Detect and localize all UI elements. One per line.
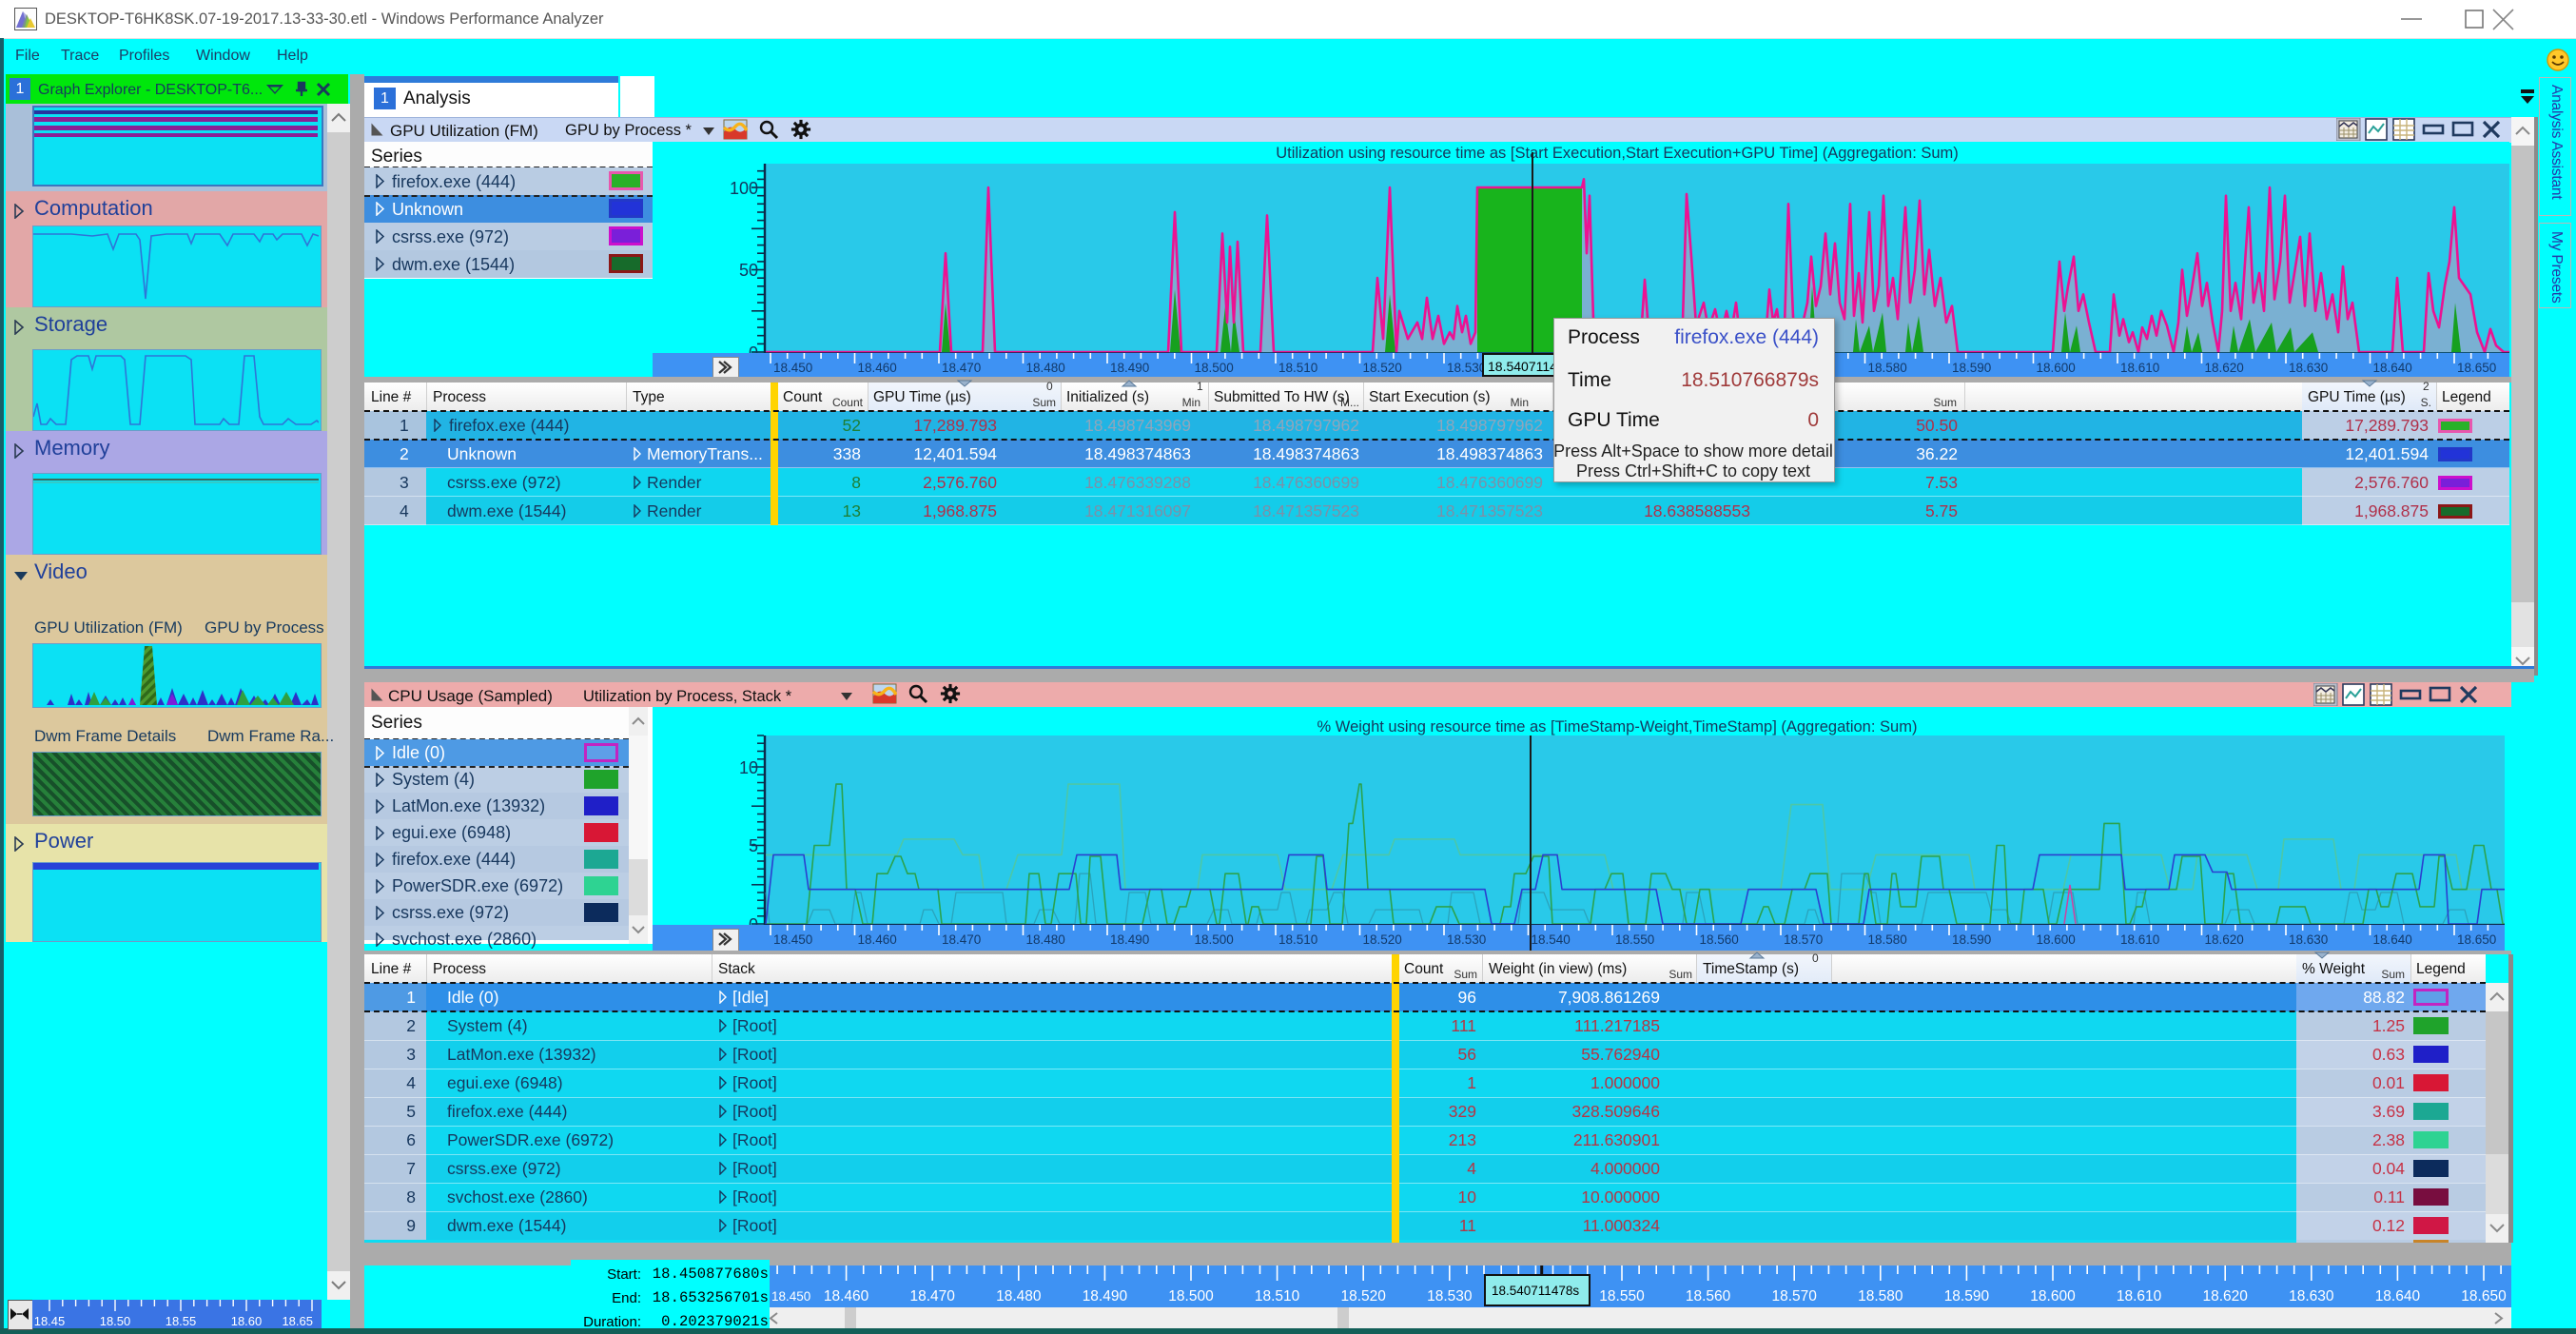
svg-text:18.570: 18.570 <box>1784 932 1823 947</box>
svg-text:18.650: 18.650 <box>2461 1288 2507 1305</box>
svg-text:100: 100 <box>730 179 758 198</box>
svg-text:18.490: 18.490 <box>1110 932 1149 947</box>
svg-text:18.600: 18.600 <box>2030 1288 2076 1305</box>
svg-text:18.460: 18.460 <box>824 1288 869 1305</box>
svg-text:18.55: 18.55 <box>166 1314 197 1328</box>
svg-text:18.490: 18.490 <box>1110 361 1149 375</box>
svg-text:18.580: 18.580 <box>1858 1288 1903 1305</box>
svg-text:18.530: 18.530 <box>1447 361 1486 375</box>
svg-text:18.600: 18.600 <box>2037 932 2076 947</box>
svg-text:18.550: 18.550 <box>1615 932 1654 947</box>
svg-text:18.530: 18.530 <box>1447 932 1486 947</box>
svg-text:18.450: 18.450 <box>771 1289 810 1304</box>
svg-text:18.60: 18.60 <box>231 1314 263 1328</box>
svg-text:18.550: 18.550 <box>1599 1288 1645 1305</box>
svg-text:18.610: 18.610 <box>2117 1288 2162 1305</box>
svg-text:18.520: 18.520 <box>1363 361 1402 375</box>
svg-text:18.500: 18.500 <box>1195 361 1234 375</box>
svg-text:18.560: 18.560 <box>1686 1288 1731 1305</box>
svg-text:18.520: 18.520 <box>1340 1288 1386 1305</box>
svg-text:18.490: 18.490 <box>1083 1288 1128 1305</box>
svg-text:18.65: 18.65 <box>282 1314 313 1328</box>
svg-text:18.580: 18.580 <box>1868 932 1907 947</box>
svg-text:18.480: 18.480 <box>1026 361 1065 375</box>
svg-text:18.480: 18.480 <box>996 1288 1042 1305</box>
svg-text:18.590: 18.590 <box>1944 1288 1990 1305</box>
svg-text:18.570: 18.570 <box>1771 1288 1817 1305</box>
svg-text:18.580: 18.580 <box>1868 361 1907 375</box>
svg-text:18.45: 18.45 <box>34 1314 66 1328</box>
svg-text:18.620: 18.620 <box>2205 361 2244 375</box>
svg-text:18.470: 18.470 <box>909 1288 955 1305</box>
svg-text:18.560: 18.560 <box>1700 932 1739 947</box>
svg-text:18.520: 18.520 <box>1363 932 1402 947</box>
svg-text:18.500: 18.500 <box>1168 1288 1214 1305</box>
svg-text:18.540: 18.540 <box>1532 932 1571 947</box>
svg-text:18.590: 18.590 <box>1952 361 1991 375</box>
svg-text:18.630: 18.630 <box>2289 932 2328 947</box>
svg-text:10: 10 <box>739 758 758 777</box>
svg-text:18.630: 18.630 <box>2289 361 2328 375</box>
svg-text:18.610: 18.610 <box>2120 361 2159 375</box>
svg-text:18.610: 18.610 <box>2120 932 2159 947</box>
svg-text:18.470: 18.470 <box>942 932 981 947</box>
svg-text:18.510: 18.510 <box>1278 932 1317 947</box>
svg-text:18.450: 18.450 <box>773 361 812 375</box>
svg-text:5: 5 <box>749 836 758 855</box>
svg-text:18.510: 18.510 <box>1278 361 1317 375</box>
svg-text:18.600: 18.600 <box>2037 361 2076 375</box>
svg-text:50: 50 <box>739 261 758 280</box>
svg-text:18.460: 18.460 <box>858 932 897 947</box>
svg-text:18.510: 18.510 <box>1255 1288 1300 1305</box>
svg-text:18.630: 18.630 <box>2289 1288 2334 1305</box>
svg-text:18.470: 18.470 <box>942 361 981 375</box>
svg-text:18.620: 18.620 <box>2202 1288 2248 1305</box>
svg-text:18.450: 18.450 <box>773 932 812 947</box>
svg-text:18.640: 18.640 <box>2375 1288 2421 1305</box>
svg-text:18.530: 18.530 <box>1427 1288 1473 1305</box>
svg-text:18.480: 18.480 <box>1026 932 1065 947</box>
svg-text:18.640: 18.640 <box>2373 361 2412 375</box>
svg-text:18.650: 18.650 <box>2457 932 2496 947</box>
svg-text:18.500: 18.500 <box>1195 932 1234 947</box>
svg-text:18.640: 18.640 <box>2373 932 2412 947</box>
svg-text:18.650: 18.650 <box>2457 361 2496 375</box>
svg-text:18.460: 18.460 <box>858 361 897 375</box>
svg-text:18.590: 18.590 <box>1952 932 1991 947</box>
svg-text:18.620: 18.620 <box>2205 932 2244 947</box>
svg-text:18.50: 18.50 <box>100 1314 131 1328</box>
